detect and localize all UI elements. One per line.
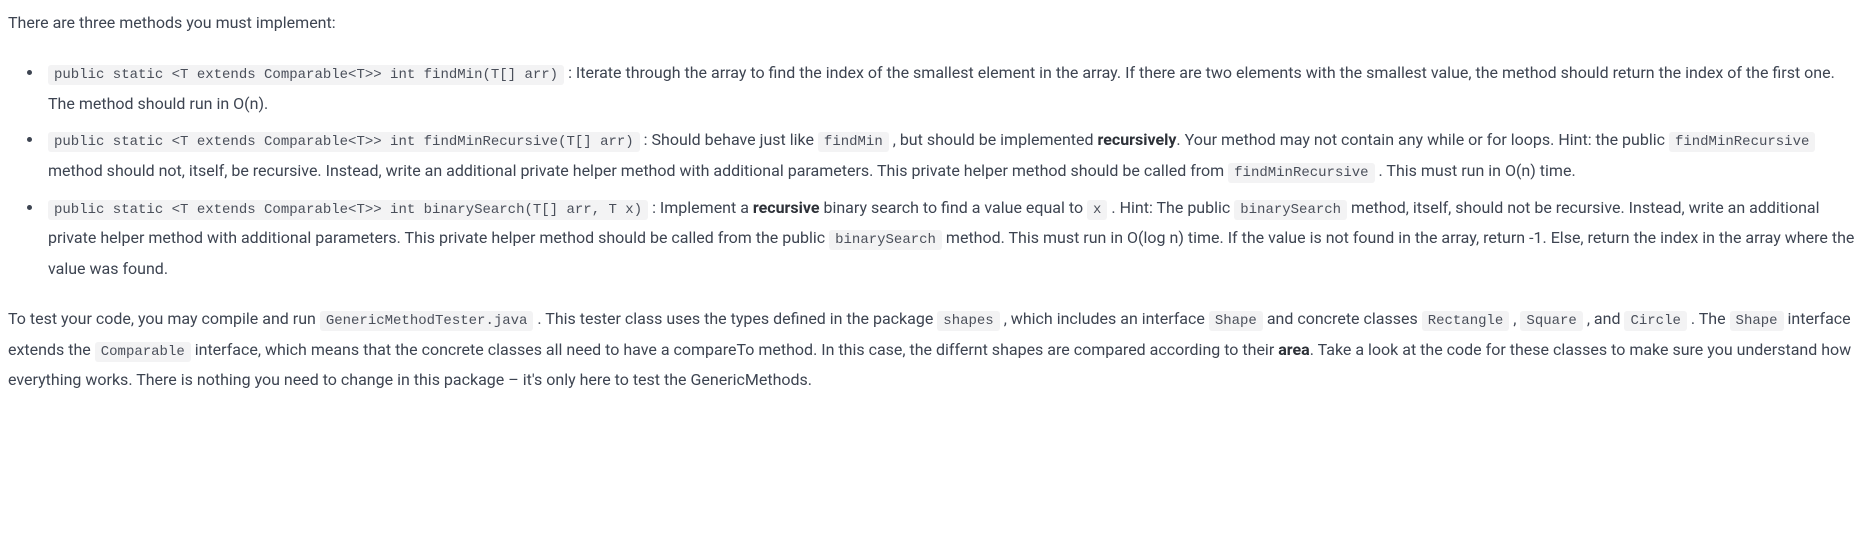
text: method should not, itself, be recursive.…	[48, 161, 1228, 180]
text: . Hint: The public	[1107, 198, 1234, 217]
method-signature: public static <T extends Comparable<T>> …	[48, 200, 648, 220]
text: : Should behave just like	[640, 130, 818, 149]
intro-paragraph: There are three methods you must impleme…	[8, 8, 1859, 38]
inline-code: Circle	[1624, 311, 1686, 331]
text: . This tester class uses the types defin…	[533, 309, 937, 328]
text: , which includes an interface	[1000, 309, 1209, 328]
text: interface, which means that the concrete…	[191, 340, 1278, 359]
inline-code: Shape	[1209, 311, 1263, 331]
emphasis: recursively	[1098, 130, 1177, 149]
inline-code: Square	[1520, 311, 1582, 331]
inline-code: Shape	[1730, 311, 1784, 331]
emphasis: area	[1278, 340, 1309, 359]
inline-code: findMinRecursive	[1669, 132, 1815, 152]
inline-code: findMin	[818, 132, 889, 152]
emphasis: recursive	[753, 198, 820, 217]
text: binary search to find a value equal to	[820, 198, 1088, 217]
text: : Implement a	[648, 198, 753, 217]
inline-code: x	[1087, 200, 1107, 220]
inline-code: Comparable	[95, 342, 191, 362]
text: . Your method may not contain any while …	[1176, 130, 1669, 149]
text: and concrete classes	[1263, 309, 1422, 328]
list-item: public static <T extends Comparable<T>> …	[44, 125, 1859, 186]
text: . This must run in O(n) time.	[1375, 161, 1576, 180]
inline-code: binarySearch	[829, 230, 942, 250]
text: , but should be implemented	[889, 130, 1098, 149]
text: To test your code, you may compile and r…	[8, 309, 320, 328]
inline-code: GenericMethodTester.java	[320, 311, 534, 331]
method-signature: public static <T extends Comparable<T>> …	[48, 132, 640, 152]
list-item: public static <T extends Comparable<T>> …	[44, 58, 1859, 119]
method-signature: public static <T extends Comparable<T>> …	[48, 65, 564, 85]
text: , and	[1583, 309, 1625, 328]
inline-code: shapes	[937, 311, 999, 331]
text: ,	[1509, 309, 1520, 328]
outro-paragraph: To test your code, you may compile and r…	[8, 304, 1859, 396]
inline-code: binarySearch	[1234, 200, 1347, 220]
inline-code: Rectangle	[1422, 311, 1510, 331]
list-item: public static <T extends Comparable<T>> …	[44, 193, 1859, 285]
inline-code: findMinRecursive	[1228, 163, 1374, 183]
text: . The	[1687, 309, 1730, 328]
method-list: public static <T extends Comparable<T>> …	[8, 58, 1859, 284]
